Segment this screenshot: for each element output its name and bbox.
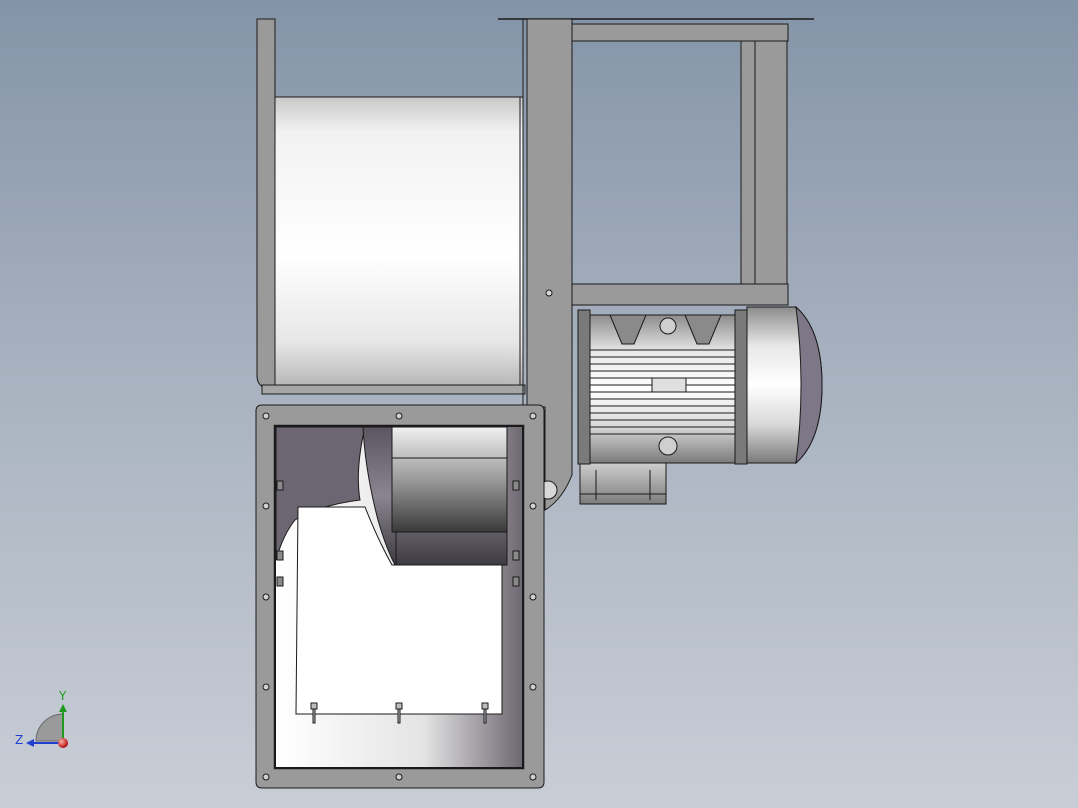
triad-z-label: Z: [15, 733, 23, 747]
housing-lip: [261, 384, 526, 395]
triad-arc: [35, 713, 64, 742]
plate-bolt-hole: [545, 289, 553, 297]
orientation-triad[interactable]: Y Z: [15, 689, 68, 748]
inlet-side-plate: [256, 18, 276, 389]
cad-viewport[interactable]: Y Z: [0, 0, 1078, 808]
motor-support-frame: [571, 23, 789, 306]
motor-body: [577, 309, 748, 465]
motor-terminal-box: [579, 461, 667, 505]
scroll-housing: [274, 96, 524, 388]
motor-nameplate: [651, 377, 687, 393]
triad-x-axis: [58, 738, 68, 748]
triad-y-label: Y: [58, 689, 67, 703]
fan-drawing: Y Z: [15, 18, 823, 789]
